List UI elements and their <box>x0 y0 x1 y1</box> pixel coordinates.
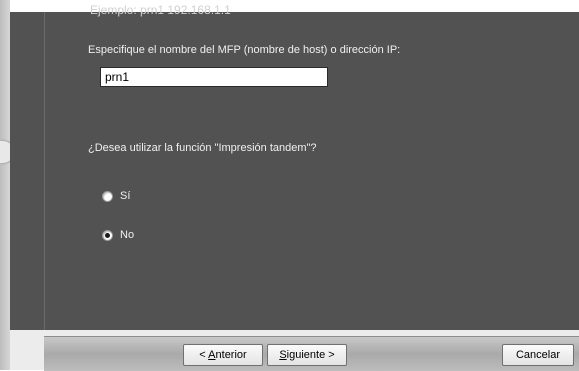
example-hint: Ejemplo: prn1 192.168.1.1 <box>90 3 231 17</box>
host-prompt-label: Especifique el nombre del MFP (nombre de… <box>88 44 401 56</box>
back-button[interactable]: < Anterior <box>183 344 263 366</box>
dialog-content-panel: Ejemplo: prn1 192.168.1.1 Especifique el… <box>10 3 579 330</box>
radio-si-icon[interactable] <box>102 190 113 202</box>
radio-no-icon[interactable] <box>102 229 113 241</box>
left-edge-strip <box>0 0 10 370</box>
next-button[interactable]: Siguiente > <box>267 344 347 366</box>
radio-option-no[interactable]: No <box>102 229 134 241</box>
bottom-band: < Anterior Siguiente > Cancelar <box>10 330 579 371</box>
host-name-input[interactable] <box>100 67 328 87</box>
panel-divider <box>44 12 45 330</box>
back-access-key: A <box>208 349 216 361</box>
cancel-button[interactable]: Cancelar <box>502 344 574 366</box>
back-prefix: < <box>199 349 209 361</box>
radio-si-label: Sí <box>120 190 131 202</box>
radio-no-label: No <box>120 229 135 241</box>
next-rest: iguiente > <box>286 349 335 361</box>
radio-option-si[interactable]: Sí <box>102 190 130 202</box>
back-rest: nterior <box>215 349 247 361</box>
tandem-question-label: ¿Desea utilizar la función "Impresión ta… <box>88 142 317 154</box>
button-bar: < Anterior Siguiente > Cancelar <box>44 336 579 371</box>
next-access-key: S <box>279 349 287 361</box>
